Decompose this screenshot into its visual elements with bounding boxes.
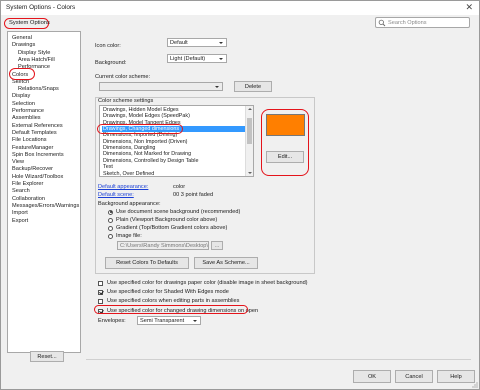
tree-item[interactable]: File Explorer	[12, 181, 43, 187]
scroll-up-icon[interactable]	[248, 108, 252, 110]
tree-item[interactable]: Hole Wizard/Toolbox	[12, 174, 63, 180]
bg-appearance-label: Background appearance:	[98, 201, 161, 207]
tree-item[interactable]: Collaboration	[12, 196, 45, 202]
icon-color-dropdown[interactable]: Default	[167, 38, 227, 47]
radio-label: Image file:	[116, 233, 142, 239]
checkbox[interactable]	[98, 298, 103, 304]
list-scrollbar[interactable]	[245, 106, 253, 176]
browse-button[interactable]: ...	[211, 241, 223, 250]
changed-dimensions-highlight	[97, 124, 183, 134]
default-appearance-value: color	[173, 184, 186, 190]
default-appearance-link[interactable]: Default appearance:	[98, 184, 148, 190]
delete-button[interactable]: Delete	[234, 81, 272, 92]
tree-item[interactable]: Spin Box Increments	[12, 152, 64, 158]
window-title: System Options - Colors	[6, 4, 76, 11]
tree-item[interactable]: File Locations	[12, 137, 47, 143]
tree-item[interactable]: FeatureManager	[12, 145, 53, 151]
ok-button[interactable]: OK	[353, 370, 391, 383]
tree-item[interactable]: Import	[12, 210, 28, 216]
changed-dims-checkbox-highlight	[94, 305, 248, 314]
tree-item[interactable]: Display	[12, 93, 30, 99]
list-item[interactable]: Sketch, Over Defined	[102, 171, 245, 177]
search-input[interactable]: Search Options	[388, 20, 427, 26]
tree-item[interactable]: View	[12, 159, 24, 165]
close-icon[interactable]: ✕	[465, 2, 473, 13]
divider	[86, 359, 471, 360]
tree-item[interactable]: Assemblies	[12, 115, 41, 121]
tree-item[interactable]: Search	[12, 188, 30, 194]
background-dropdown[interactable]: Light (Default)	[167, 54, 227, 63]
current-scheme-label: Current color scheme:	[95, 74, 151, 80]
radio-label: Plain (Viewport Background color above)	[116, 217, 218, 223]
radio-button[interactable]	[108, 217, 113, 223]
checkbox[interactable]	[98, 280, 103, 286]
dialog-window: System Options - Colors ✕ System Options…	[0, 0, 480, 390]
scheme-list[interactable]: Drawings, Hidden Model Edges Drawings, Mo…	[99, 105, 254, 177]
tree-item[interactable]: Drawings	[12, 42, 35, 48]
help-button[interactable]: Help	[437, 370, 475, 383]
color-swatch[interactable]	[266, 114, 305, 136]
checkbox[interactable]	[98, 289, 103, 295]
background-label: Background:	[95, 60, 127, 66]
tree-item[interactable]: Area Hatch/Fill	[18, 57, 55, 63]
save-scheme-button[interactable]: Save As Scheme...	[194, 257, 258, 269]
image-path-field[interactable]: C:\Users\Randy Simmons\Desktop\IMG_20150…	[117, 241, 209, 250]
title-bar: System Options - Colors ✕	[1, 1, 479, 15]
tree-item[interactable]: External References	[12, 123, 63, 129]
default-scene-link[interactable]: Default scene:	[98, 192, 134, 198]
radio-button[interactable]	[108, 225, 113, 231]
checkbox-label: Use specified color for Shaded With Edge…	[107, 289, 229, 295]
resize-grip-icon[interactable]	[471, 381, 479, 389]
tree-item[interactable]: Display Style	[18, 50, 50, 56]
list-item[interactable]: Drawings, Hidden Model Edges	[102, 107, 245, 113]
colors-highlight	[9, 68, 35, 80]
icon-color-label: Icon color:	[95, 43, 121, 49]
scroll-thumb[interactable]	[247, 118, 252, 144]
envelopes-dropdown[interactable]: Semi Transparent	[137, 316, 201, 325]
list-item[interactable]: Dimensions, Controlled by Design Table	[102, 158, 245, 164]
list-item[interactable]: Dimensions, Not Marked for Drawing	[102, 151, 245, 157]
list-item[interactable]: Text	[102, 164, 245, 170]
list-item[interactable]: Drawings, Model Edges (SpeedPak)	[102, 113, 245, 119]
tab-system-options[interactable]: System Options	[9, 20, 50, 26]
scroll-down-icon[interactable]	[248, 172, 252, 174]
search-box[interactable]: Search Options	[375, 17, 470, 28]
envelopes-label: Envelopes:	[98, 318, 126, 324]
reset-button[interactable]: Reset...	[30, 351, 64, 362]
tree-item[interactable]: Default Templates	[12, 130, 57, 136]
search-icon	[378, 19, 386, 29]
scheme-settings-label: Color scheme settings	[98, 98, 154, 104]
cancel-button[interactable]: Cancel	[395, 370, 433, 383]
list-item[interactable]: Dimensions, Non Imported (Driven)	[102, 139, 245, 145]
tree-item[interactable]: General	[12, 35, 32, 41]
edit-color-button[interactable]: Edit...	[266, 151, 304, 163]
radio-button[interactable]	[108, 233, 113, 239]
tree-item[interactable]: Selection	[12, 101, 35, 107]
list-item[interactable]: Dimensions, Dangling	[102, 145, 245, 151]
radio-label: Gradient (Top/Bottom Gradient colors abo…	[116, 225, 228, 231]
tree-item[interactable]: Messages/Errors/Warnings	[12, 203, 79, 209]
options-tree: General Drawings Display Style Area Hatch/F…	[7, 31, 81, 353]
tree-item[interactable]: Export	[12, 218, 28, 224]
tree-item[interactable]: Performance	[12, 108, 44, 114]
checkbox-label: Use specified colors when editing parts …	[107, 298, 240, 304]
radio-button[interactable]	[108, 209, 113, 215]
current-scheme-dropdown[interactable]	[99, 82, 223, 91]
radio-label: Use document scene background (recommend…	[116, 209, 241, 215]
tree-item[interactable]: Backup/Recover	[12, 166, 53, 172]
tree-item[interactable]: Relations/Snaps	[18, 86, 59, 92]
default-scene-value: 00 3 point faded	[173, 192, 214, 198]
reset-colors-button[interactable]: Reset Colors To Defaults	[105, 257, 189, 269]
checkbox-label: Use specified color for drawings paper c…	[107, 280, 308, 286]
